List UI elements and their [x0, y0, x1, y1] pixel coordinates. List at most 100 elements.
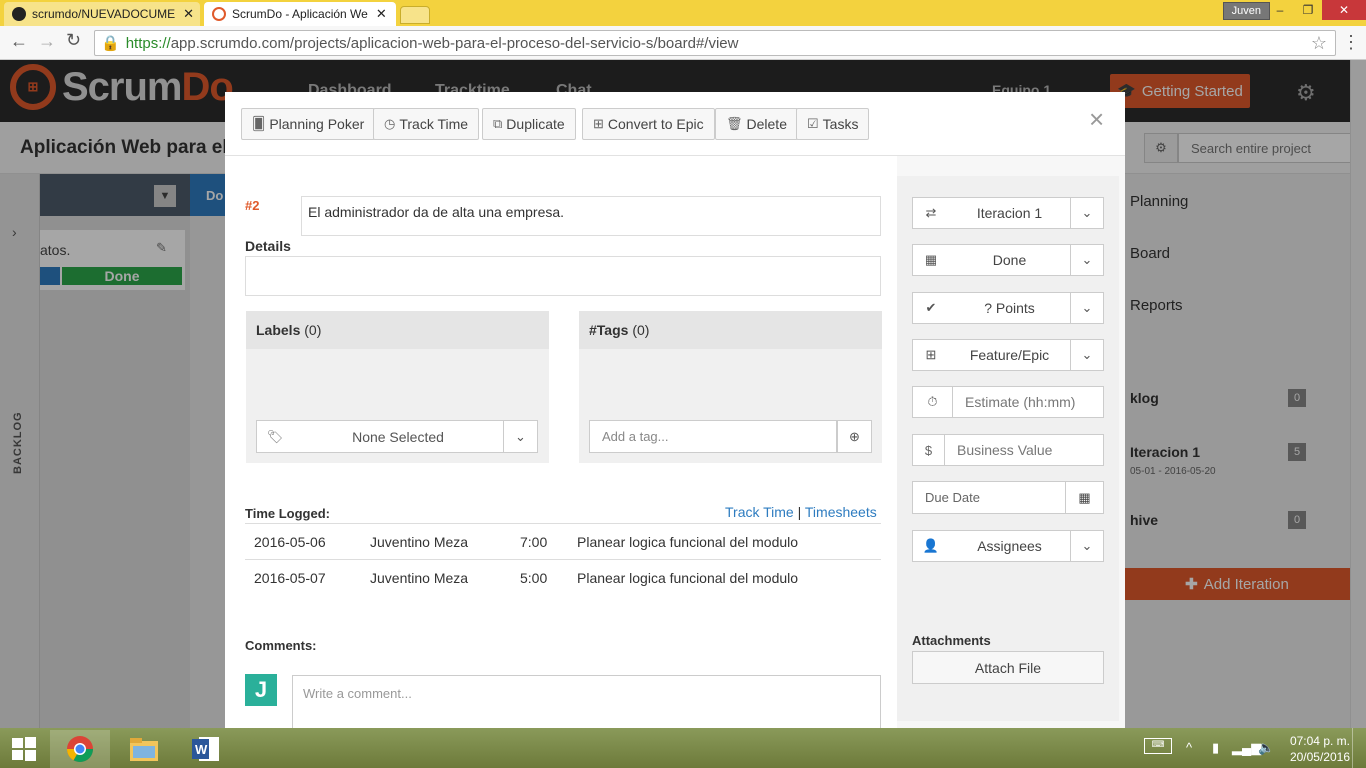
- clock-time: 07:04 p. m.: [1289, 734, 1350, 748]
- track-time-link[interactable]: Track Time: [725, 504, 794, 520]
- windows-start-icon[interactable]: [0, 730, 48, 768]
- chevron-down-icon[interactable]: ⌄: [1070, 531, 1103, 561]
- maximize-button[interactable]: ❐: [1294, 0, 1322, 20]
- tags-panel: #Tags (0) Add a tag... ⊕: [579, 311, 882, 463]
- chevron-down-icon[interactable]: ⌄: [1070, 245, 1103, 275]
- word-taskbar-icon[interactable]: W: [176, 730, 236, 768]
- log-user: Juventino Meza: [370, 570, 469, 586]
- lock-icon: 🔒: [101, 35, 120, 52]
- log-date: 2016-05-07: [254, 570, 326, 586]
- modal-toolbar: 🂠 Planning Poker ◷ Track Time ⧉ Duplicate ⊞…: [225, 92, 1125, 156]
- chevron-down-icon[interactable]: ⌄: [1070, 293, 1103, 323]
- chrome-menu-icon[interactable]: ⋮: [1342, 32, 1360, 53]
- estimate-placeholder: Estimate (hh:mm): [965, 394, 1076, 410]
- check-circle-icon: ✔: [925, 300, 937, 315]
- iteration-value: Iteracion 1: [976, 205, 1043, 221]
- hierarchy-icon: ⊞: [925, 347, 937, 362]
- button-label: Convert to Epic: [607, 116, 704, 132]
- comment-input[interactable]: Write a comment...: [292, 675, 881, 728]
- iteration-select[interactable]: ⇄ Iteracion 1 ⌄: [912, 197, 1104, 229]
- labels-title: Labels: [256, 322, 301, 338]
- comments-label: Comments:: [245, 638, 317, 653]
- track-time-button[interactable]: ◷ Track Time: [373, 108, 480, 140]
- points-select[interactable]: ✔ ? Points ⌄: [912, 292, 1104, 324]
- dollar-icon: $: [913, 435, 945, 465]
- labels-panel: Labels (0) 🏷 None Selected ⌄: [246, 311, 549, 463]
- browser-tab-scrumdo[interactable]: ScrumDo - Aplicación We ✕: [204, 2, 396, 26]
- delete-button[interactable]: 🗑 Delete: [715, 108, 798, 140]
- file-explorer-taskbar-icon[interactable]: [114, 730, 174, 768]
- details-field[interactable]: [245, 256, 881, 296]
- log-user: Juventino Meza: [370, 534, 469, 550]
- chrome-user-badge[interactable]: Juven: [1222, 2, 1270, 20]
- log-date: 2016-05-06: [254, 534, 326, 550]
- timesheets-link[interactable]: Timesheets: [805, 504, 877, 520]
- close-window-button[interactable]: ✕: [1322, 0, 1366, 20]
- back-arrow-icon[interactable]: ←: [10, 31, 28, 52]
- close-tab-icon[interactable]: ✕: [376, 6, 387, 22]
- tasks-button[interactable]: ☑ Tasks: [796, 108, 870, 140]
- calendar-icon[interactable]: ▦: [1065, 482, 1103, 513]
- chrome-taskbar-icon[interactable]: [50, 730, 110, 768]
- log-time: 5:00: [520, 570, 548, 586]
- grid-icon: ▦: [924, 252, 938, 267]
- show-desktop-button[interactable]: [1352, 728, 1366, 768]
- add-tag-plus-icon[interactable]: ⊕: [837, 420, 872, 453]
- stopwatch-icon: ⏱: [913, 387, 953, 417]
- browser-tab-github[interactable]: scrumdo/NUEVADOCUME ✕: [4, 2, 200, 26]
- window-controls: – ❐ ✕: [1266, 0, 1366, 20]
- button-label: Tasks: [822, 116, 859, 132]
- minimize-button[interactable]: –: [1266, 0, 1294, 20]
- assignees-value: Assignees: [977, 538, 1042, 554]
- taskbar-clock[interactable]: 07:04 p. m. 20/05/2016: [1288, 733, 1350, 765]
- time-log-row: 2016-05-06 Juventino Meza 7:00 Planear l…: [245, 523, 881, 559]
- chevron-down-icon[interactable]: ⌄: [1070, 340, 1103, 370]
- url-field[interactable]: 🔒 https:// app.scrumdo.com/projects/apli…: [94, 30, 1336, 56]
- close-tab-icon[interactable]: ✕: [183, 6, 194, 22]
- hierarchy-icon: ⊞: [593, 116, 604, 131]
- status-select[interactable]: ▦ Done ⌄: [912, 244, 1104, 276]
- estimate-field[interactable]: ⏱ Estimate (hh:mm): [912, 386, 1104, 418]
- duplicate-icon: ⧉: [493, 116, 503, 131]
- convert-to-epic-button[interactable]: ⊞ Convert to Epic: [582, 108, 715, 140]
- story-summary-field[interactable]: El administrador da de alta una empresa.: [301, 196, 881, 236]
- add-tag-input[interactable]: Add a tag...: [589, 420, 837, 453]
- assignees-select[interactable]: 👤 Assignees ⌄: [912, 530, 1104, 562]
- tags-header: #Tags (0): [579, 311, 882, 349]
- close-modal-icon[interactable]: ×: [1089, 104, 1104, 135]
- epic-select[interactable]: ⊞ Feature/Epic ⌄: [912, 339, 1104, 371]
- url-text: app.scrumdo.com/projects/aplicacion-web-…: [170, 34, 739, 52]
- new-tab-button[interactable]: [400, 6, 430, 24]
- chevron-down-icon[interactable]: ⌄: [503, 421, 537, 452]
- chevron-up-icon[interactable]: ^: [1186, 740, 1192, 755]
- log-note: Planear logica funcional del modulo: [577, 570, 799, 586]
- link-separator: |: [797, 504, 802, 520]
- button-label: Duplicate: [506, 116, 565, 132]
- button-label: Planning Poker: [269, 116, 365, 132]
- labels-header: Labels (0): [246, 311, 549, 349]
- signal-icon[interactable]: ▂▄▆: [1232, 740, 1261, 756]
- planning-poker-button[interactable]: 🂠 Planning Poker: [241, 108, 376, 140]
- labels-select[interactable]: 🏷 None Selected ⌄: [256, 420, 538, 453]
- forward-arrow-icon[interactable]: →: [38, 31, 56, 52]
- business-value-field[interactable]: $ Business Value: [912, 434, 1104, 466]
- tags-icon: 🏷: [266, 428, 284, 444]
- labels-select-value: None Selected: [352, 428, 444, 445]
- attach-file-button[interactable]: Attach File: [912, 651, 1104, 684]
- github-icon: [12, 7, 26, 21]
- labels-count: (0): [304, 322, 322, 338]
- tab-title: ScrumDo - Aplicación We: [232, 7, 368, 21]
- due-date-field[interactable]: Due Date ▦: [912, 481, 1104, 514]
- volume-icon[interactable]: 🔈: [1258, 740, 1274, 756]
- battery-icon[interactable]: ▮: [1212, 740, 1219, 756]
- bookmark-star-icon[interactable]: ☆: [1311, 33, 1327, 54]
- checklist-icon: ☑: [807, 116, 819, 131]
- duplicate-button[interactable]: ⧉ Duplicate: [482, 108, 576, 140]
- avatar: J: [245, 674, 277, 706]
- iteration-repeat-icon: ⇄: [925, 205, 937, 220]
- chevron-down-icon[interactable]: ⌄: [1070, 198, 1103, 228]
- due-date-placeholder: Due Date: [925, 490, 980, 505]
- reload-icon[interactable]: ↻: [66, 30, 81, 51]
- keyboard-icon[interactable]: ⌨: [1144, 738, 1172, 754]
- scrumdo-favicon-icon: [212, 7, 226, 21]
